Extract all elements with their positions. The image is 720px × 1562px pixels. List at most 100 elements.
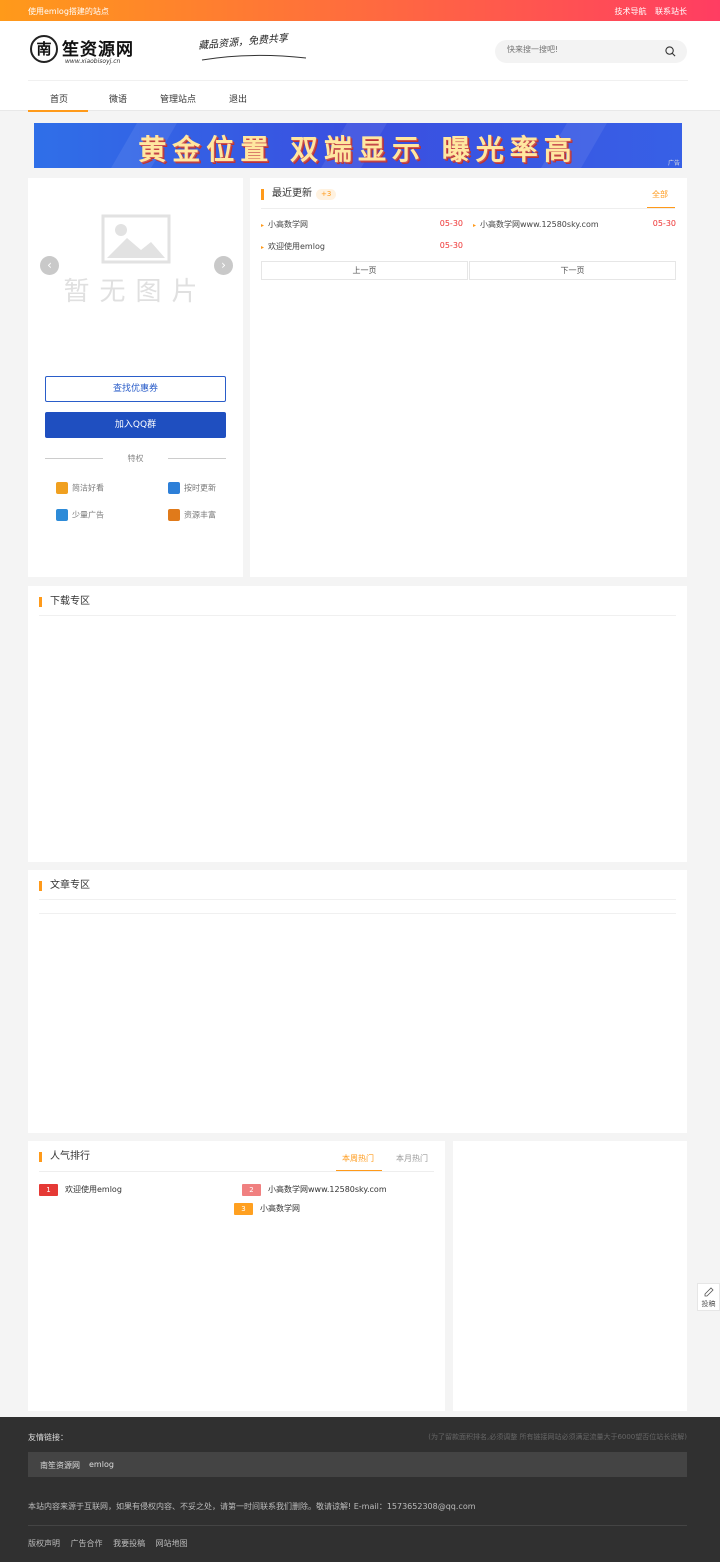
nav-logout[interactable]: 退出: [229, 92, 247, 105]
bullet-icon: ▸: [261, 222, 265, 229]
contribute-label: 投稿: [701, 1300, 716, 1308]
news-item[interactable]: ▸ 小高数学网www.12580sky.com 05-30: [473, 219, 676, 230]
rank-item[interactable]: 3 小高数学网: [234, 1203, 300, 1215]
rank-item[interactable]: 2 小高数学网www.12580sky.com: [242, 1184, 387, 1196]
nav-admin[interactable]: 管理站点: [160, 92, 196, 105]
all-tab[interactable]: 全部: [647, 178, 675, 208]
sidebar-widget: [453, 1141, 687, 1411]
nav-weiyu[interactable]: 微语: [109, 92, 127, 105]
news-date: 05-30: [439, 219, 463, 228]
logo-url: www.xiaobisoyj.cn: [65, 58, 121, 65]
next-page-button[interactable]: 下一页: [469, 261, 676, 280]
divider: [39, 913, 676, 914]
footer-link[interactable]: 网站地图: [156, 1539, 188, 1548]
news-title[interactable]: 欢迎使用emlog: [268, 242, 325, 251]
articles-section: 文章专区: [28, 870, 687, 1133]
latest-panel: 最近更新 +3 全部 ▸ 小高数学网 05-30 ▸ 小高数学网www.12580sk…: [250, 178, 687, 577]
divider: [39, 615, 676, 616]
feature-label: 少量广告: [72, 510, 104, 520]
news-date: 05-30: [652, 219, 676, 228]
footer: 友情链接： (为了留款面积排名,必须调整 所有链接网站必须满足流量大于6000望…: [0, 1417, 720, 1562]
feature-item: 按时更新: [168, 482, 216, 494]
slogan: 藏品资源，免费共享: [198, 33, 313, 69]
tab-month-hot[interactable]: 本月热门: [396, 1153, 428, 1164]
download-title: 下载专区: [39, 597, 90, 607]
banner-text: 黄金位置 双端显示 曝光率高: [138, 133, 578, 166]
feature-label: 按时更新: [184, 483, 216, 493]
news-date: 05-30: [439, 241, 463, 250]
footer-link[interactable]: 我要投稿: [113, 1539, 145, 1548]
feature-item: 简洁好看: [56, 482, 104, 494]
divider: [28, 1525, 687, 1526]
slider-next-icon[interactable]: ›: [214, 256, 233, 275]
envelope-icon: [56, 482, 68, 494]
news-title[interactable]: 小高数学网: [268, 220, 308, 229]
nav-active-indicator: [28, 110, 88, 112]
ad-label: 广告: [667, 160, 680, 167]
image-placeholder-icon: [101, 214, 171, 264]
articles-title: 文章专区: [39, 881, 90, 891]
news-title[interactable]: 小高数学网www.12580sky.com: [480, 220, 599, 229]
document-icon: [168, 482, 180, 494]
feature-label: 简洁好看: [72, 483, 104, 493]
search-icon[interactable]: [665, 46, 676, 57]
slogan-text: 藏品资源，免费共享: [197, 33, 289, 52]
latest-title-text: 最近更新: [272, 188, 312, 199]
footer-link[interactable]: 广告合作: [71, 1539, 103, 1548]
main-nav: 首页 微语 管理站点 退出: [28, 80, 688, 112]
rank-number: 2: [242, 1184, 261, 1196]
laptop-icon: [168, 509, 180, 521]
header: 南 笙资源网 www.xiaobisoyj.cn 藏品资源，免费共享 首页 微语…: [0, 21, 720, 112]
friend-link[interactable]: 南笙资源网: [40, 1460, 80, 1471]
rank-title[interactable]: 小高数学网www.12580sky.com: [268, 1185, 387, 1194]
news-item[interactable]: ▸ 欢迎使用emlog 05-30: [261, 241, 463, 252]
contribute-float-button[interactable]: 投稿: [697, 1283, 720, 1311]
popular-section: 人气排行 本周热门 本月热门 1 欢迎使用emlog 2 小高数学网www.1258…: [28, 1141, 445, 1411]
logo-seal: 南: [30, 35, 58, 63]
join-qq-button[interactable]: 加入QQ群: [45, 412, 226, 438]
top-bar: 使用emlog搭建的站点 技术导航 联系站长: [0, 0, 720, 21]
rank-title[interactable]: 小高数学网: [260, 1204, 300, 1213]
tech-nav-link[interactable]: 技术导航: [614, 7, 646, 16]
friend-link[interactable]: emlog: [89, 1460, 114, 1469]
divider: [261, 208, 675, 209]
search-box: [495, 40, 687, 63]
placeholder-text: 暂无图片: [63, 277, 208, 307]
rank-number: 3: [234, 1203, 253, 1215]
footer-link[interactable]: 版权声明: [28, 1539, 60, 1548]
friend-links-note: (为了留款面积排名,必须调整 所有链接网站必须满足流量大于6000望否位站长说解…: [428, 1433, 687, 1441]
rank-item[interactable]: 1 欢迎使用emlog: [39, 1184, 122, 1196]
find-coupon-button[interactable]: 查找优惠券: [45, 376, 226, 402]
divider: [168, 458, 226, 459]
image-slider: 暂无图片 ‹ ›: [28, 178, 243, 368]
contact-link[interactable]: 联系站长: [655, 7, 687, 16]
site-tagline: 使用emlog搭建的站点: [28, 7, 109, 16]
news-item[interactable]: ▸ 小高数学网 05-30: [261, 219, 463, 230]
friend-links-title: 友情链接：: [28, 1433, 68, 1442]
left-card: 暂无图片 ‹ › 查找优惠券 加入QQ群 特权 简洁好看 按时更新 少量广告 资…: [28, 178, 243, 577]
popular-title: 人气排行: [39, 1152, 90, 1162]
copyright-notice: 本站内容来源于互联网，如果有侵权内容、不妥之处，请第一时间联系我们删除。敬请谅解…: [28, 1502, 476, 1511]
bullet-icon: ▸: [261, 244, 265, 251]
feature-label: 资源丰富: [184, 510, 216, 520]
feature-item: 少量广告: [56, 509, 104, 521]
all-link[interactable]: 全部: [652, 189, 668, 200]
search-input[interactable]: [507, 45, 647, 54]
download-section: 下载专区: [28, 586, 687, 862]
slogan-underline-icon: [201, 54, 307, 61]
prev-page-button[interactable]: 上一页: [261, 261, 468, 280]
site-logo[interactable]: 南 笙资源网 www.xiaobisoyj.cn: [30, 33, 140, 69]
rank-number: 1: [39, 1184, 58, 1196]
rank-title[interactable]: 欢迎使用emlog: [65, 1185, 122, 1194]
feature-item: 资源丰富: [168, 509, 216, 521]
bullet-icon: ▸: [473, 222, 477, 229]
friend-links-box: 南笙资源网 emlog: [28, 1452, 687, 1477]
tab-week-hot[interactable]: 本周热门: [342, 1153, 374, 1164]
edit-icon: [704, 1287, 714, 1297]
nav-home[interactable]: 首页: [50, 92, 68, 105]
ad-banner[interactable]: 黄金位置 双端显示 曝光率高 广告: [34, 123, 682, 168]
footer-bottom-links: 版权声明 广告合作 我要投稿 网站地图: [28, 1538, 188, 1549]
logo-name: 笙资源网: [62, 40, 134, 60]
slider-prev-icon[interactable]: ‹: [40, 256, 59, 275]
divider: [39, 1171, 434, 1172]
